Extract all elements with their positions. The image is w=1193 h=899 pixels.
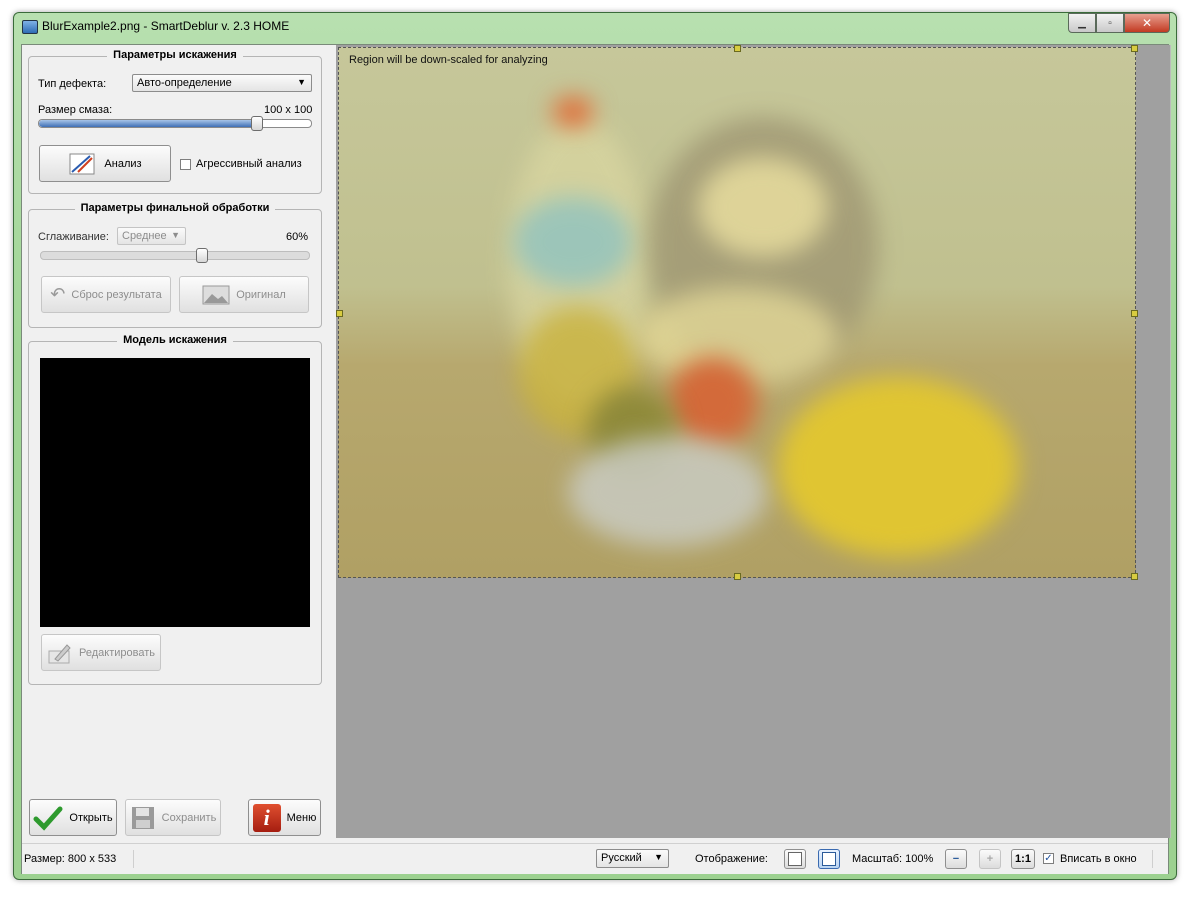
image-icon bbox=[202, 285, 230, 304]
original-button[interactable]: Оригинал bbox=[179, 276, 309, 313]
slider-thumb[interactable] bbox=[250, 116, 263, 131]
undo-icon: ↶ bbox=[50, 284, 66, 304]
aggressive-checkbox[interactable] bbox=[180, 159, 191, 170]
app-window: BlurExample2.png - SmartDeblur v. 2.3 HO… bbox=[13, 12, 1177, 880]
floppy-icon bbox=[131, 806, 154, 829]
region-note: Region will be down-scaled for analyzing bbox=[349, 54, 548, 66]
region-handle[interactable] bbox=[1131, 573, 1138, 580]
zoom-out-button[interactable]: − bbox=[945, 849, 967, 869]
group-title-model: Модель искажения bbox=[117, 334, 233, 346]
blur-size-slider[interactable] bbox=[38, 116, 312, 131]
analyze-button[interactable]: Анализ bbox=[39, 145, 171, 182]
fit-window-checkbox[interactable]: ✓ bbox=[1043, 853, 1054, 864]
canvas-edge bbox=[1170, 45, 1171, 838]
defect-type-label: Тип дефекта: bbox=[38, 78, 107, 90]
status-bar: Размер: 800 x 533 Русский ▼ Отображение:… bbox=[22, 843, 1168, 874]
analyze-icon bbox=[69, 153, 95, 174]
aggressive-label: Агрессивный анализ bbox=[196, 158, 302, 170]
region-handle[interactable] bbox=[1131, 310, 1138, 317]
split-view-icon bbox=[788, 852, 802, 866]
zoom-in-button[interactable]: + bbox=[979, 849, 1001, 869]
smoothing-percent: 60% bbox=[286, 231, 309, 243]
slider-thumb[interactable] bbox=[195, 248, 208, 263]
window-controls: ▁ ▫ ✕ bbox=[1068, 13, 1170, 33]
image-canvas[interactable]: Region will be down-scaled for analyzing bbox=[336, 45, 1171, 838]
group-title-final: Параметры финальной обработки bbox=[74, 202, 276, 214]
info-icon: i bbox=[252, 803, 281, 832]
chevron-down-icon: ▼ bbox=[297, 77, 306, 87]
smoothing-select[interactable]: Среднее ▼ bbox=[117, 227, 186, 245]
smoothing-label: Сглаживание: bbox=[38, 231, 109, 243]
chevron-down-icon: ▼ bbox=[171, 230, 180, 240]
open-button[interactable]: Открыть bbox=[29, 799, 117, 836]
title-bar[interactable]: BlurExample2.png - SmartDeblur v. 2.3 HO… bbox=[14, 13, 1176, 43]
reset-result-button[interactable]: ↶ Сброс результата bbox=[41, 276, 171, 313]
smoothing-slider[interactable] bbox=[40, 248, 310, 263]
region-handle[interactable] bbox=[734, 573, 741, 580]
blur-size-value: 100 x 100 bbox=[264, 104, 313, 116]
actual-size-button[interactable]: 1:1 bbox=[1011, 849, 1035, 869]
menu-button[interactable]: i Меню bbox=[248, 799, 321, 836]
blur-size-label: Размер смаза: bbox=[38, 104, 113, 116]
distortion-model-group: Модель искажения Редактировать bbox=[28, 334, 322, 685]
chevron-down-icon: ▼ bbox=[654, 852, 663, 862]
edit-kernel-button[interactable]: Редактировать bbox=[41, 634, 161, 671]
minimize-button[interactable]: ▁ bbox=[1068, 13, 1096, 33]
zoom-out-icon: − bbox=[952, 853, 960, 865]
window-title: BlurExample2.png - SmartDeblur v. 2.3 HO… bbox=[42, 19, 290, 33]
kernel-preview bbox=[40, 358, 310, 627]
display-label: Отображение: bbox=[695, 853, 768, 865]
zoom-in-icon: + bbox=[986, 853, 994, 865]
final-processing-group: Параметры финальной обработки Сглаживани… bbox=[28, 202, 322, 328]
analysis-region[interactable]: Region will be down-scaled for analyzing bbox=[336, 45, 1138, 580]
image-size-text: Размер: 800 x 533 bbox=[24, 853, 117, 865]
fit-window-label: Вписать в окно bbox=[1060, 853, 1137, 865]
defect-type-select[interactable]: Авто-определение ▼ bbox=[132, 74, 312, 92]
edit-icon bbox=[48, 643, 71, 663]
zoom-text: Масштаб: 100% bbox=[852, 853, 934, 865]
region-handle[interactable] bbox=[734, 45, 741, 52]
single-view-icon bbox=[822, 852, 836, 866]
region-handle[interactable] bbox=[336, 310, 343, 317]
app-icon bbox=[22, 20, 38, 34]
group-title-distortion: Параметры искажения bbox=[107, 49, 243, 61]
checkmark-icon bbox=[33, 806, 63, 831]
single-view-button[interactable] bbox=[818, 849, 840, 869]
client-area: Параметры искажения Тип дефекта: Авто-оп… bbox=[21, 44, 1171, 874]
close-button[interactable]: ✕ bbox=[1124, 13, 1170, 33]
region-handle[interactable] bbox=[1131, 45, 1138, 52]
maximize-button[interactable]: ▫ bbox=[1096, 13, 1124, 33]
split-view-button[interactable] bbox=[784, 849, 806, 869]
save-button[interactable]: Сохранить bbox=[125, 799, 221, 836]
distortion-params-group: Параметры искажения Тип дефекта: Авто-оп… bbox=[28, 49, 322, 194]
language-select[interactable]: Русский ▼ bbox=[596, 849, 669, 868]
